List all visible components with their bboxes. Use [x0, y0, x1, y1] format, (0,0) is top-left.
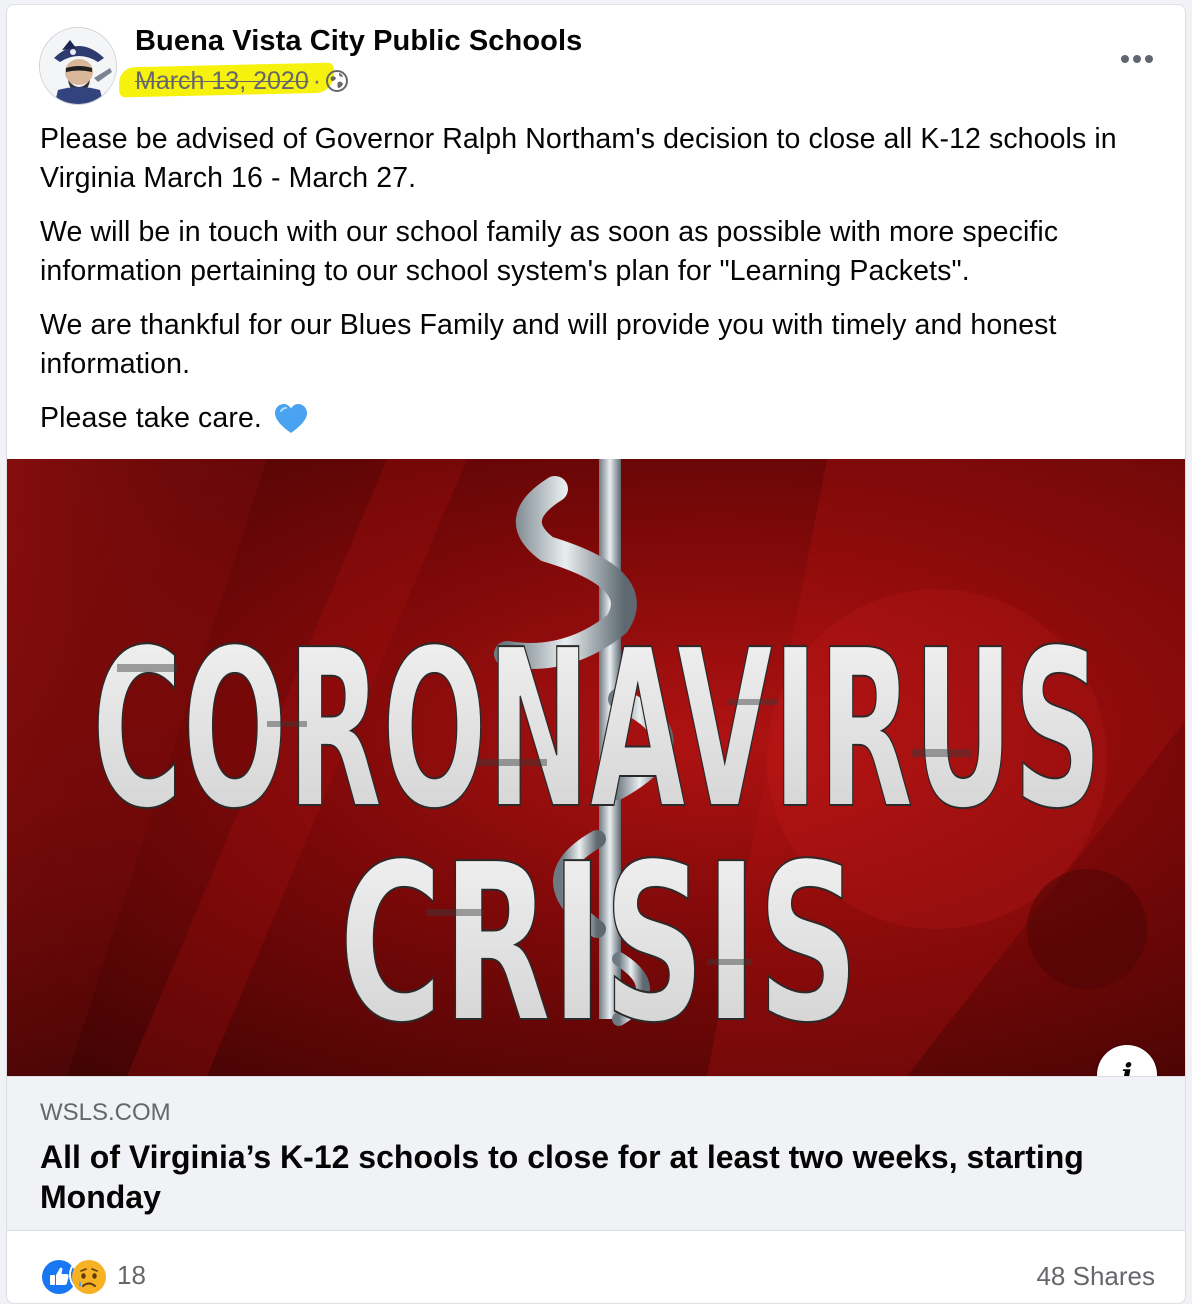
- image-headline-line2: CRISIS: [339, 818, 859, 1071]
- globe-icon[interactable]: [325, 69, 349, 93]
- closing-text: Please take care.: [40, 402, 262, 434]
- reaction-count: 18: [117, 1259, 146, 1290]
- post-paragraph: Please be advised of Governor Ralph Nort…: [40, 123, 1117, 194]
- post-paragraph: We are thankful for our Blues Family and…: [40, 309, 1057, 380]
- more-options-button[interactable]: [1115, 45, 1159, 73]
- meta-separator: ·: [312, 66, 322, 95]
- post-body: Please be advised of Governor Ralph Nort…: [40, 120, 1160, 453]
- sad-icon: [69, 1257, 106, 1294]
- pirate-mascot-icon: [40, 28, 116, 104]
- more-dot-icon: [1121, 55, 1129, 63]
- link-preview-caption[interactable]: WSLS.COM All of Virginia’s K-12 schools …: [7, 1076, 1185, 1231]
- reactions-summary[interactable]: 18: [39, 1257, 146, 1294]
- post-paragraph: We will be in touch with our school fami…: [40, 216, 1059, 287]
- post-footer: 18 48 Shares: [7, 1233, 1185, 1303]
- post-card: Buena Vista City Public Schools March 13…: [6, 4, 1186, 1304]
- post-meta: March 13, 2020 ·: [118, 62, 349, 99]
- blue-heart-icon: [274, 403, 308, 435]
- page-name-link[interactable]: Buena Vista City Public Schools: [135, 25, 582, 58]
- page-avatar[interactable]: [39, 27, 117, 105]
- post-closing: Please take care.: [40, 399, 1160, 438]
- shares-count-link[interactable]: 48 Shares: [1036, 1261, 1155, 1292]
- post-timestamp-link[interactable]: March 13, 2020: [135, 67, 309, 96]
- coronavirus-crisis-graphic: CORONAVIRUS CRISIS: [7, 459, 1185, 1076]
- link-preview-image[interactable]: CORONAVIRUS CRISIS: [7, 459, 1185, 1076]
- more-dot-icon: [1133, 55, 1141, 63]
- link-title[interactable]: All of Virginia’s K-12 schools to close …: [40, 1137, 1140, 1217]
- post-header: Buena Vista City Public Schools March 13…: [7, 5, 1185, 115]
- more-dot-icon: [1145, 55, 1153, 63]
- link-domain: WSLS.COM: [40, 1099, 171, 1126]
